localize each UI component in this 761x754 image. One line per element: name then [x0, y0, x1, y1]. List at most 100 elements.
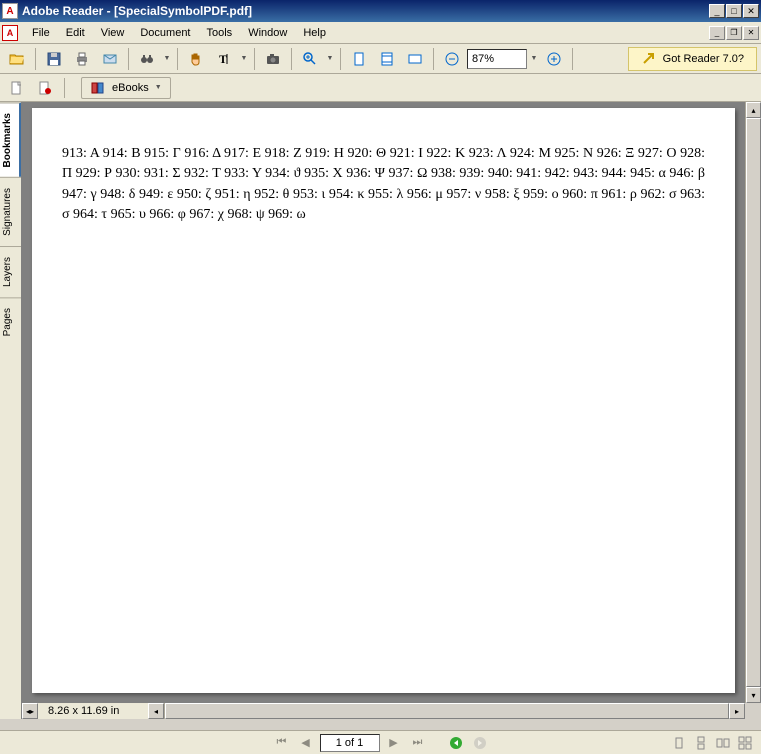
document-area: 913: Α 914: Β 915: Γ 916: Δ 917: Ε 918: … — [22, 102, 761, 719]
secondary-toolbar: eBooks ▼ — [0, 74, 761, 102]
next-page-button[interactable]: ▶ — [384, 734, 404, 752]
back-arrow-icon — [449, 736, 463, 750]
single-page-button[interactable] — [669, 734, 689, 752]
hscroll-left-collapse[interactable]: ◂▸ — [22, 703, 38, 719]
envelope-icon — [102, 51, 118, 67]
hand-tool-button[interactable] — [183, 46, 209, 72]
zoom-in-button[interactable] — [297, 46, 323, 72]
mdi-minimize-button[interactable]: _ — [709, 26, 725, 40]
email-button[interactable] — [97, 46, 123, 72]
ebooks-dropdown-icon: ▼ — [155, 84, 162, 91]
ebooks-icon — [90, 80, 106, 96]
tab-bookmarks[interactable]: Bookmarks — [0, 102, 21, 177]
continuous-facing-button[interactable] — [735, 734, 755, 752]
work-area: Bookmarks Signatures Layers Pages 913: Α… — [0, 102, 761, 719]
single-page-icon — [672, 736, 686, 750]
select-dropdown[interactable]: ▼ — [239, 55, 249, 62]
minus-circle-icon — [444, 51, 460, 67]
binoculars-icon — [139, 51, 155, 67]
app-icon: A — [2, 3, 18, 19]
page-indicator[interactable]: 1 of 1 — [320, 734, 380, 752]
plus-circle-icon — [546, 51, 562, 67]
page-dimensions: 8.26 x 11.69 in — [38, 703, 148, 719]
fit-width-button[interactable] — [402, 46, 428, 72]
main-toolbar: ▼ T ▼ ▼ 87% ▼ Got Reader 7.0? — [0, 44, 761, 74]
svg-text:T: T — [219, 52, 227, 66]
search-button[interactable] — [134, 46, 160, 72]
vertical-scrollbar[interactable]: ▴ ▾ — [745, 102, 761, 703]
open-button[interactable] — [4, 46, 30, 72]
scroll-down-button[interactable]: ▾ — [746, 687, 761, 703]
continuous-facing-icon — [738, 736, 752, 750]
tab-layers[interactable]: Layers — [0, 246, 21, 297]
doc1-button[interactable] — [4, 76, 30, 100]
menu-bar: A File Edit View Document Tools Window H… — [0, 22, 761, 44]
hscroll-thumb[interactable] — [165, 703, 729, 719]
title-bar: A Adobe Reader - [SpecialSymbolPDF.pdf] … — [0, 0, 761, 22]
window-title: Adobe Reader - [SpecialSymbolPDF.pdf] — [22, 4, 709, 18]
zoom-in-icon — [302, 51, 318, 67]
scroll-thumb[interactable] — [746, 118, 761, 687]
prev-page-button[interactable]: ◀ — [296, 734, 316, 752]
continuous-icon — [694, 736, 708, 750]
zoom-dropdown[interactable]: ▼ — [529, 55, 539, 62]
zoom-field[interactable]: 87% — [467, 49, 527, 69]
navigation-bar: ⏮ ◀ 1 of 1 ▶ ⏭ — [0, 730, 761, 754]
scroll-corner — [745, 703, 761, 719]
menu-view[interactable]: View — [93, 25, 133, 41]
menu-help[interactable]: Help — [295, 25, 334, 41]
next-view-button[interactable] — [470, 734, 490, 752]
text-select-icon: T — [216, 51, 232, 67]
hscroll-left-button[interactable]: ◂ — [148, 703, 164, 719]
ebooks-button[interactable]: eBooks ▼ — [81, 77, 171, 99]
search-dropdown[interactable]: ▼ — [162, 55, 172, 62]
zoom-in-plus-button[interactable] — [541, 46, 567, 72]
zoom-tool-dropdown[interactable]: ▼ — [325, 55, 335, 62]
save-button[interactable] — [41, 46, 67, 72]
forward-arrow-icon — [473, 736, 487, 750]
floppy-icon — [46, 51, 62, 67]
menu-tools[interactable]: Tools — [199, 25, 241, 41]
tab-signatures[interactable]: Signatures — [0, 177, 21, 246]
menu-edit[interactable]: Edit — [58, 25, 93, 41]
actual-size-button[interactable] — [346, 46, 372, 72]
page-badge-icon — [37, 80, 53, 96]
arrow-promo-icon — [641, 51, 657, 67]
mdi-restore-button[interactable]: ❐ — [726, 26, 742, 40]
hscroll-right-button[interactable]: ▸ — [729, 703, 745, 719]
doc2-button[interactable] — [32, 76, 58, 100]
tab-pages[interactable]: Pages — [0, 297, 21, 346]
ebooks-label: eBooks — [112, 82, 149, 94]
scroll-up-button[interactable]: ▴ — [746, 102, 761, 118]
page-width-icon — [407, 51, 423, 67]
folder-open-icon — [9, 51, 25, 67]
hand-icon — [188, 51, 204, 67]
horizontal-scroll-row: ◂▸ 8.26 x 11.69 in ◂ ▸ — [22, 703, 761, 719]
facing-icon — [716, 736, 730, 750]
horizontal-scrollbar[interactable] — [164, 703, 729, 719]
facing-button[interactable] — [713, 734, 733, 752]
select-text-button[interactable]: T — [211, 46, 237, 72]
maximize-button[interactable]: □ — [726, 4, 742, 18]
menu-file[interactable]: File — [24, 25, 58, 41]
close-button[interactable]: ✕ — [743, 4, 759, 18]
minimize-button[interactable]: _ — [709, 4, 725, 18]
first-page-button[interactable]: ⏮ — [272, 734, 292, 752]
printer-icon — [74, 51, 90, 67]
promo-button[interactable]: Got Reader 7.0? — [628, 47, 757, 71]
fit-page-button[interactable] — [374, 46, 400, 72]
prev-view-button[interactable] — [446, 734, 466, 752]
zoom-out-button[interactable] — [439, 46, 465, 72]
last-page-button[interactable]: ⏭ — [408, 734, 428, 752]
continuous-button[interactable] — [691, 734, 711, 752]
page-icon — [9, 80, 25, 96]
document-icon: A — [2, 25, 18, 41]
menu-document[interactable]: Document — [132, 25, 198, 41]
page-actual-icon — [351, 51, 367, 67]
pdf-page[interactable]: 913: Α 914: Β 915: Γ 916: Δ 917: Ε 918: … — [32, 108, 735, 693]
menu-window[interactable]: Window — [240, 25, 295, 41]
snapshot-button[interactable] — [260, 46, 286, 72]
mdi-close-button[interactable]: ✕ — [743, 26, 759, 40]
print-button[interactable] — [69, 46, 95, 72]
side-tabs: Bookmarks Signatures Layers Pages — [0, 102, 22, 719]
